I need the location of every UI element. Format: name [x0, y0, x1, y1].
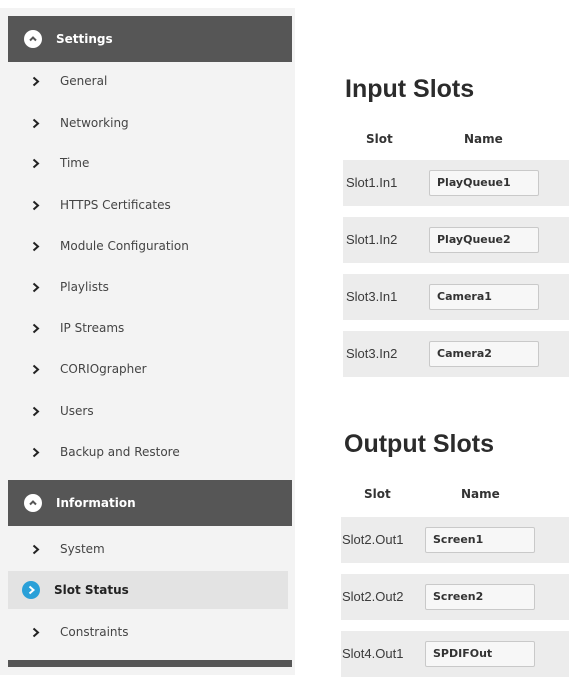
slot-name-field[interactable]: PlayQueue1 — [429, 170, 539, 196]
chevron-right-icon — [30, 406, 42, 417]
table-row: Slot3.In1 Camera1 — [343, 274, 569, 320]
information-section-label: Information — [56, 496, 136, 510]
sidebar-item-networking[interactable]: Networking — [8, 104, 288, 142]
information-section-header[interactable]: Information — [8, 480, 292, 526]
top-border — [0, 0, 569, 8]
sidebar-item-playlists[interactable]: Playlists — [8, 268, 288, 306]
chevron-right-icon — [30, 323, 42, 334]
sidebar-item-label: Time — [60, 156, 90, 170]
settings-section-header[interactable]: Settings — [8, 16, 292, 62]
sidebar-item-label: Backup and Restore — [60, 445, 180, 459]
sidebar-item-label: Networking — [60, 116, 129, 130]
slot-name-field[interactable]: Camera1 — [429, 284, 539, 310]
chevron-right-icon — [30, 76, 42, 87]
sidebar-item-label: Playlists — [60, 280, 109, 294]
chevron-right-icon — [30, 627, 42, 638]
sidebar-item-slot-status[interactable]: Slot Status — [8, 571, 288, 609]
sidebar-item-label: Module Configuration — [60, 239, 189, 253]
sidebar-item-label: System — [60, 542, 105, 556]
slot-name-field[interactable]: SPDIFOut — [425, 641, 535, 667]
sidebar-item-label: CORIOgrapher — [60, 362, 147, 376]
sidebar-item-users[interactable]: Users — [8, 392, 288, 430]
sidebar-item-constraints[interactable]: Constraints — [8, 613, 288, 651]
chevron-right-icon — [30, 282, 42, 293]
next-section-header[interactable] — [8, 660, 292, 667]
chevron-right-circle-icon — [22, 581, 40, 599]
sidebar-item-label: Users — [60, 404, 94, 418]
table-row: Slot4.Out1 SPDIFOut — [341, 631, 569, 677]
input-column-name: Name — [464, 132, 503, 146]
sidebar-item-module-configuration[interactable]: Module Configuration — [8, 227, 288, 265]
chevron-right-icon — [30, 241, 42, 252]
table-row: Slot1.In2 PlayQueue2 — [343, 217, 569, 263]
sidebar-item-general[interactable]: General — [8, 62, 288, 100]
sidebar-item-time[interactable]: Time — [8, 144, 288, 182]
main-content: Input Slots Slot Name Slot1.In1 PlayQueu… — [295, 8, 569, 677]
chevron-right-icon — [30, 447, 42, 458]
sidebar-item-label: HTTPS Certificates — [60, 198, 171, 212]
slot-name-field[interactable]: PlayQueue2 — [429, 227, 539, 253]
table-row: Slot2.Out1 Screen1 — [341, 517, 569, 563]
sidebar-item-system[interactable]: System — [8, 530, 288, 568]
sidebar-item-label: Constraints — [60, 625, 129, 639]
chevron-right-icon — [30, 200, 42, 211]
table-row: Slot3.In2 Camera2 — [343, 331, 569, 377]
sidebar-item-backup-restore[interactable]: Backup and Restore — [8, 433, 288, 471]
sidebar-item-label: IP Streams — [60, 321, 125, 335]
sidebar-item-coriographer[interactable]: CORIOgrapher — [8, 350, 288, 388]
slot-id: Slot4.Out1 — [342, 646, 404, 661]
chevron-right-icon — [30, 364, 42, 375]
sidebar-item-label: General — [60, 74, 108, 88]
sidebar: Settings General Networking Time HTTPS C… — [0, 8, 295, 675]
slot-id: Slot3.In1 — [346, 289, 398, 304]
output-column-slot: Slot — [364, 487, 391, 501]
chevron-up-circle-icon — [24, 494, 42, 512]
chevron-right-icon — [30, 544, 42, 555]
slot-id: Slot3.In2 — [346, 346, 398, 361]
slot-id: Slot1.In2 — [346, 232, 398, 247]
settings-section-label: Settings — [56, 32, 113, 46]
slot-id: Slot2.Out1 — [342, 532, 404, 547]
output-column-name: Name — [461, 487, 500, 501]
sidebar-item-label: Slot Status — [54, 583, 129, 597]
output-slots-title: Output Slots — [344, 430, 494, 458]
input-slots-title: Input Slots — [345, 75, 475, 103]
input-column-slot: Slot — [366, 132, 393, 146]
slot-id: Slot1.In1 — [346, 175, 398, 190]
sidebar-item-ip-streams[interactable]: IP Streams — [8, 309, 288, 347]
sidebar-item-https-certificates[interactable]: HTTPS Certificates — [8, 186, 288, 224]
slot-name-field[interactable]: Screen2 — [425, 584, 535, 610]
chevron-right-icon — [30, 158, 42, 169]
chevron-up-circle-icon — [24, 30, 42, 48]
slot-id: Slot2.Out2 — [342, 589, 404, 604]
chevron-right-icon — [30, 118, 42, 129]
slot-name-field[interactable]: Screen1 — [425, 527, 535, 553]
table-row: Slot2.Out2 Screen2 — [341, 574, 569, 620]
table-row: Slot1.In1 PlayQueue1 — [343, 160, 569, 206]
slot-name-field[interactable]: Camera2 — [429, 341, 539, 367]
